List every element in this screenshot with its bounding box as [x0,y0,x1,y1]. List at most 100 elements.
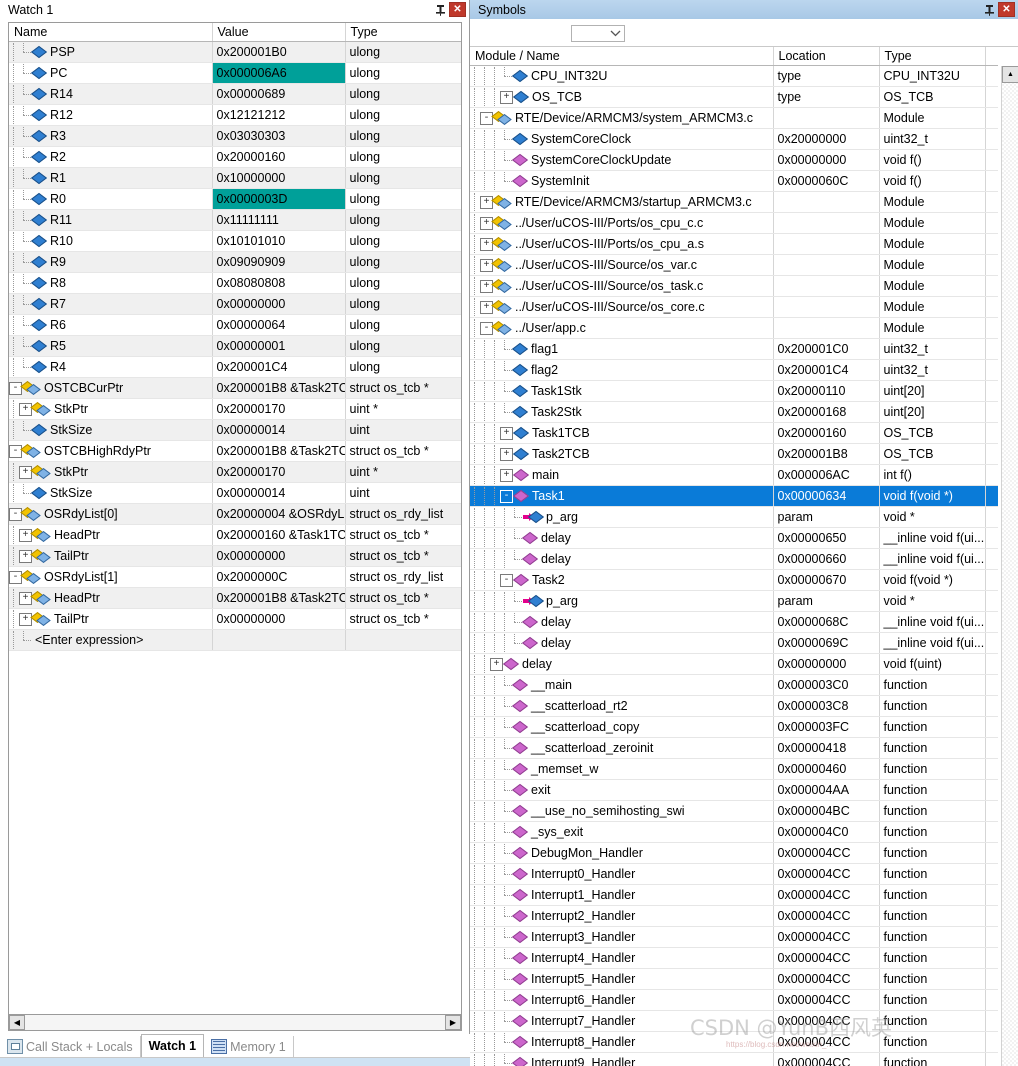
watch-row[interactable]: R2 0x20000160 ulong [9,146,461,168]
watch-col-type[interactable]: Type [345,23,461,42]
symbols-row[interactable]: __scatterload_rt2 0x000003C8 function [470,695,998,717]
watch-cell-name[interactable]: R8 [9,272,213,294]
tree-expander[interactable]: + [19,528,32,542]
watch-row[interactable]: R7 0x00000000 ulong [9,293,461,315]
symbols-cell-name[interactable]: __scatterload_copy [470,716,774,738]
watch-cell-value[interactable]: 0x00000000 [212,608,346,630]
symbols-row[interactable]: + ../User/uCOS-III/Source/os_core.c Module [470,296,998,318]
tree-expander[interactable]: + [480,216,493,230]
symbols-row[interactable]: - Task1 0x00000634 void f(void *) [470,485,998,507]
watch-row[interactable]: + StkPtr 0x20000170 uint * [9,461,461,483]
tree-expander[interactable]: + [19,591,32,605]
watch-row[interactable]: R1 0x10000000 ulong [9,167,461,189]
pin-icon[interactable] [982,2,996,18]
symbols-cell-name[interactable]: _sys_exit [470,821,774,843]
watch-cell-name[interactable]: R4 [9,356,213,378]
watch-row[interactable]: R6 0x00000064 ulong [9,314,461,336]
watch-cell-name[interactable]: PSP [9,41,213,63]
watch-cell-name[interactable]: + StkPtr [9,398,213,420]
tab-memory-1[interactable]: Memory 1 [204,1036,294,1057]
symbols-row[interactable]: + Task1TCB 0x20000160 OS_TCB [470,422,998,444]
watch-cell-value[interactable]: 0x200001B0 [212,41,346,63]
symbols-row[interactable]: Task1Stk 0x20000110 uint[20] [470,380,998,402]
watch-cell-name[interactable]: R7 [9,293,213,315]
symbols-cell-name[interactable]: Task1Stk [470,380,774,402]
symbols-row[interactable]: + Task2TCB 0x200001B8 OS_TCB [470,443,998,465]
symbols-cell-name[interactable]: + RTE/Device/ARMCM3/startup_ARMCM3.c [470,191,774,213]
symbols-cell-name[interactable]: - ../User/app.c [470,317,774,339]
symbols-row[interactable]: flag2 0x200001C4 uint32_t [470,359,998,381]
symbols-row[interactable]: DebugMon_Handler 0x000004CC function [470,842,998,864]
watch-cell-value[interactable]: 0x00000000 [212,545,346,567]
symbols-cell-name[interactable]: + ../User/uCOS-III/Source/os_core.c [470,296,774,318]
symbols-row[interactable]: delay 0x0000069C __inline void f(ui... [470,632,998,654]
symbols-filter-combobox[interactable] [571,25,625,42]
symbols-cell-name[interactable]: Interrupt4_Handler [470,947,774,969]
watch-cell-value[interactable]: 0x00000064 [212,314,346,336]
symbols-cell-name[interactable]: p_arg [470,590,774,612]
watch-row[interactable]: + StkPtr 0x20000170 uint * [9,398,461,420]
symbols-row[interactable]: CPU_INT32U type CPU_INT32U [470,65,998,87]
scroll-right-arrow[interactable]: ▶ [445,1015,461,1030]
watch-row[interactable]: R9 0x09090909 ulong [9,251,461,273]
symbols-row[interactable]: Interrupt7_Handler 0x000004CC function [470,1010,998,1032]
watch-cell-value[interactable] [212,629,346,651]
watch-row[interactable]: R5 0x00000001 ulong [9,335,461,357]
tree-expander[interactable]: + [19,549,32,563]
tree-expander[interactable]: - [500,489,513,503]
symbols-cell-name[interactable]: Interrupt7_Handler [470,1010,774,1032]
symbols-cell-name[interactable]: Interrupt6_Handler [470,989,774,1011]
watch-cell-name[interactable]: + HeadPtr [9,524,213,546]
watch-horizontal-scrollbar[interactable]: ◀ ▶ [8,1014,462,1031]
watch-row[interactable]: R8 0x08080808 ulong [9,272,461,294]
watch-cell-value[interactable]: 0x00000000 [212,293,346,315]
watch-cell-value[interactable]: 0x20000160 [212,146,346,168]
symbols-cell-name[interactable]: __scatterload_rt2 [470,695,774,717]
watch-cell-value[interactable]: 0x08080808 [212,272,346,294]
watch-cell-name[interactable]: + StkPtr [9,461,213,483]
tree-expander[interactable]: + [500,426,513,440]
symbols-cell-name[interactable]: + Task2TCB [470,443,774,465]
symbols-row[interactable]: + OS_TCB type OS_TCB [470,86,998,108]
symbols-cell-name[interactable]: Interrupt9_Handler [470,1052,774,1066]
watch-cell-value[interactable]: 0x03030303 [212,125,346,147]
symbols-vertical-scrollbar[interactable]: ▲ [1001,66,1018,1066]
watch-cell-name[interactable]: R3 [9,125,213,147]
tree-expander[interactable]: + [480,300,493,314]
watch-cell-value[interactable]: 0x200001B8 &Task2TCB [212,377,346,399]
watch-cell-name[interactable]: R11 [9,209,213,231]
watch-cell-value[interactable]: 0x00000014 [212,482,346,504]
close-icon[interactable]: ✕ [449,2,466,17]
symbols-row[interactable]: Interrupt2_Handler 0x000004CC function [470,905,998,927]
watch-cell-value[interactable]: 0x09090909 [212,251,346,273]
symbols-cell-name[interactable]: Interrupt8_Handler [470,1031,774,1053]
symbols-cell-name[interactable]: + ../User/uCOS-III/Source/os_var.c [470,254,774,276]
watch-cell-value[interactable]: 0x20000170 [212,461,346,483]
symbols-row[interactable]: + delay 0x00000000 void f(uint) [470,653,998,675]
symbols-row[interactable]: __scatterload_zeroinit 0x00000418 function [470,737,998,759]
watch-cell-name[interactable]: - OSRdyList[0] [9,503,213,525]
scroll-up-arrow[interactable]: ▲ [1002,66,1018,83]
watch-cell-name[interactable]: + HeadPtr [9,587,213,609]
symbols-row[interactable]: - ../User/app.c Module [470,317,998,339]
watch-cell-name[interactable]: + TailPtr [9,545,213,567]
watch-cell-value[interactable]: 0x11111111 [212,209,346,231]
watch-cell-name[interactable]: R9 [9,251,213,273]
symbols-cell-name[interactable]: SystemCoreClock [470,128,774,150]
symbols-cell-name[interactable]: SystemInit [470,170,774,192]
watch-cell-value[interactable]: 0x20000004 &OSRdyList [212,503,346,525]
symbols-cell-name[interactable]: Interrupt5_Handler [470,968,774,990]
symbols-cell-name[interactable]: Interrupt3_Handler [470,926,774,948]
watch-col-name[interactable]: Name [9,23,213,42]
symbols-cell-name[interactable]: Interrupt0_Handler [470,863,774,885]
symbols-row[interactable]: delay 0x00000650 __inline void f(ui... [470,527,998,549]
watch-cell-name[interactable]: R6 [9,314,213,336]
symbols-row[interactable]: + main 0x000006AC int f() [470,464,998,486]
watch-row[interactable]: <Enter expression> [9,629,461,651]
watch-cell-value[interactable]: 0x12121212 [212,104,346,126]
symbols-row[interactable]: flag1 0x200001C0 uint32_t [470,338,998,360]
watch-row[interactable]: - OSRdyList[1] 0x2000000C struct os_rdy_lis… [9,566,461,588]
symbols-row[interactable]: _sys_exit 0x000004C0 function [470,821,998,843]
watch-cell-value[interactable]: 0x2000000C [212,566,346,588]
watch-cell-name[interactable]: R10 [9,230,213,252]
